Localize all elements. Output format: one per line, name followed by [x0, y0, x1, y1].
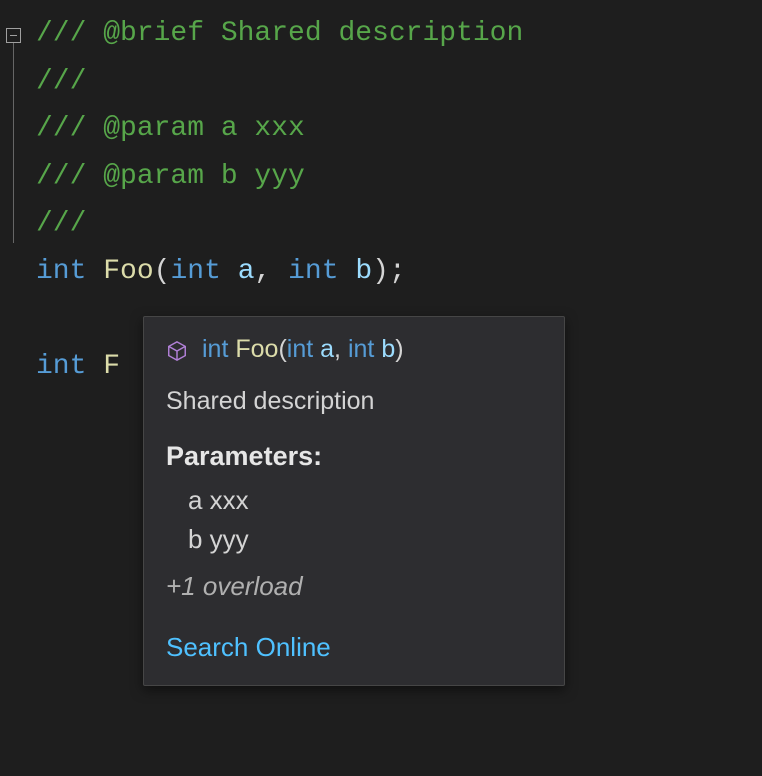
sig-param1-name: a [320, 335, 334, 363]
code-token: , [255, 256, 289, 287]
code-token [339, 256, 356, 287]
code-line[interactable]: /// [36, 58, 762, 106]
code-line[interactable]: int Foo(int a, int b); [36, 248, 762, 296]
code-token: /// @param a xxx [36, 113, 305, 144]
tooltip-param-row: b yyy [188, 520, 542, 559]
tooltip-parameters-list: a xxxb yyy [166, 481, 542, 559]
code-token: int [36, 351, 86, 382]
cube-icon [166, 340, 188, 362]
code-token: int [170, 256, 220, 287]
code-token: /// @param b yyy [36, 161, 305, 192]
code-token [86, 256, 103, 287]
code-line[interactable]: /// [36, 200, 762, 248]
code-token: a [238, 256, 255, 287]
sig-func-name: Foo [235, 335, 278, 363]
code-token: int [36, 256, 86, 287]
tooltip-signature: int Foo(int a, int b) [202, 331, 404, 369]
code-token [36, 304, 53, 335]
fold-guide-line [13, 43, 14, 243]
code-token: ); [372, 256, 406, 287]
code-token: /// [36, 208, 86, 239]
search-online-link[interactable]: Search Online [166, 628, 542, 667]
code-token [86, 351, 103, 382]
sig-param2-name: b [381, 335, 395, 363]
sig-return-type: int [202, 335, 228, 363]
tooltip-param-row: a xxx [188, 481, 542, 520]
tooltip-signature-row: int Foo(int a, int b) [166, 331, 542, 369]
code-line[interactable]: /// @param a xxx [36, 105, 762, 153]
code-editor[interactable]: /// @brief Shared description /// /// @par… [0, 0, 762, 391]
code-token: b [355, 256, 372, 287]
code-token: Foo [103, 256, 153, 287]
gutter [0, 10, 28, 243]
tooltip-parameters-header: Parameters: [166, 436, 542, 477]
tooltip-description: Shared description [166, 383, 542, 421]
code-token: /// @brief Shared description [36, 18, 523, 49]
tooltip-overload-count: +1 overload [166, 567, 542, 606]
sig-param1-type: int [287, 335, 313, 363]
code-token [221, 256, 238, 287]
code-token: /// [36, 66, 86, 97]
code-token: ( [154, 256, 171, 287]
intellisense-tooltip: int Foo(int a, int b) Shared description… [143, 316, 565, 686]
code-line[interactable]: /// @param b yyy [36, 153, 762, 201]
code-token: int [288, 256, 338, 287]
code-line[interactable]: /// @brief Shared description [36, 10, 762, 58]
code-token: F [103, 351, 120, 382]
fold-toggle-icon[interactable] [6, 28, 21, 43]
sig-param2-type: int [348, 335, 374, 363]
